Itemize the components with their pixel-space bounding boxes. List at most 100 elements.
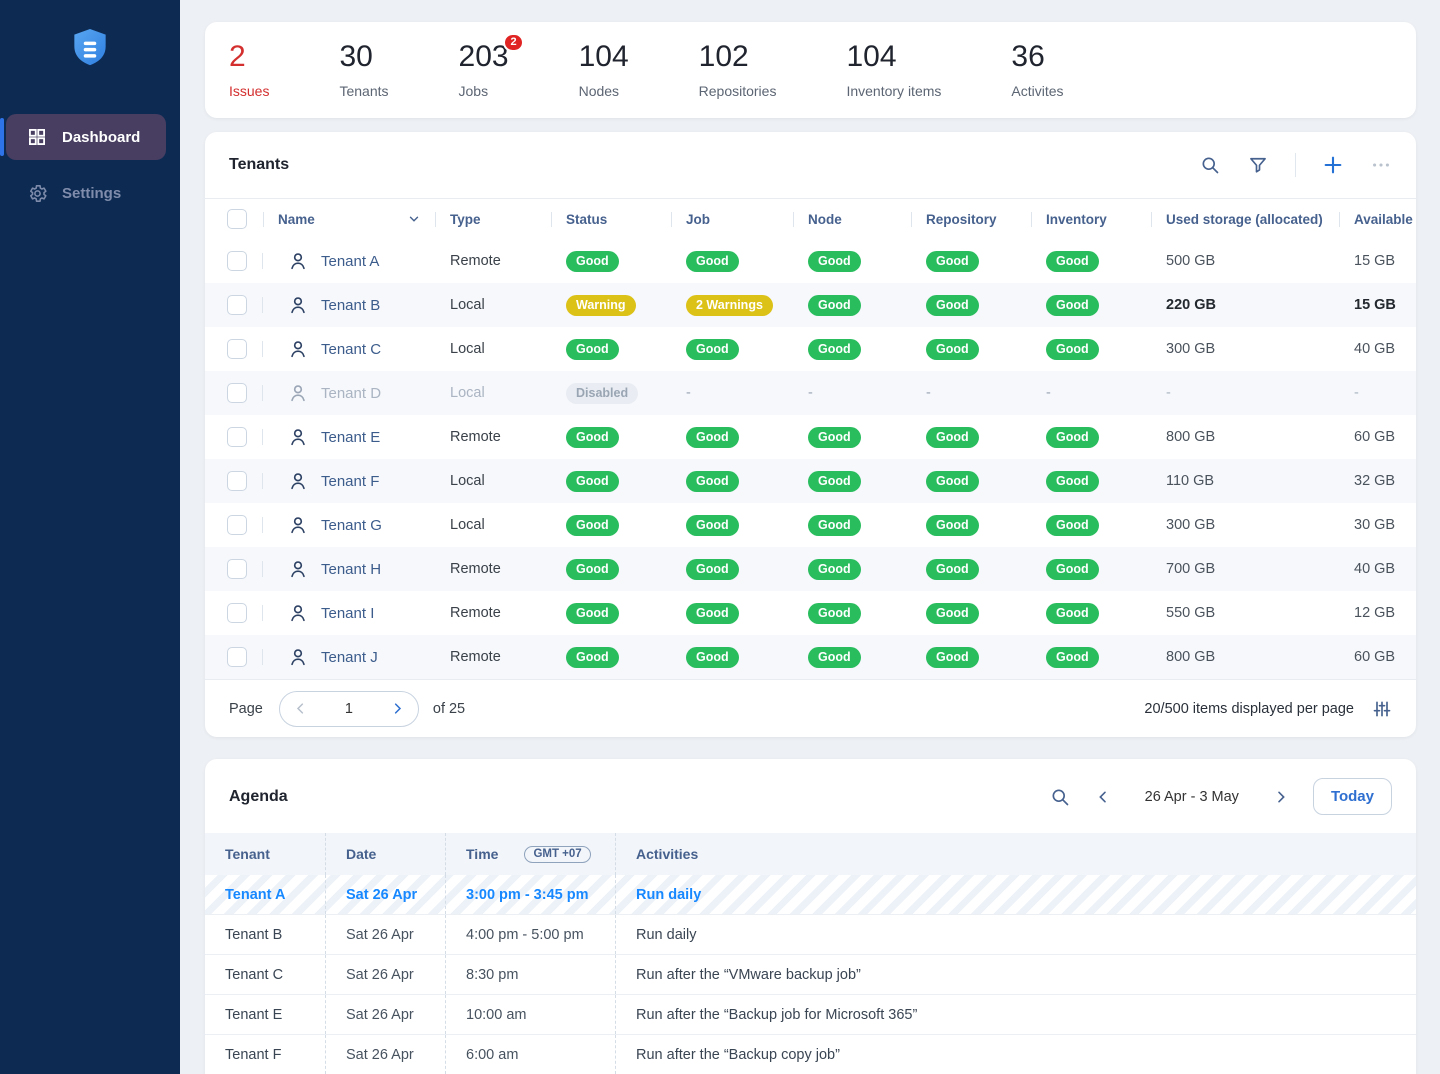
- agenda-tenant: Tenant C: [225, 967, 283, 983]
- stat-activites[interactable]: 36Activites: [1011, 42, 1063, 99]
- column-header-type[interactable]: Type: [435, 212, 551, 227]
- prev-page-icon[interactable]: [293, 701, 308, 716]
- stat-jobs[interactable]: 2032Jobs: [459, 42, 509, 99]
- table-row[interactable]: Tenant DLocalDisabled------: [205, 371, 1416, 415]
- agenda-row[interactable]: Tenant ESat 26 Apr10:00 amRun after the …: [205, 995, 1416, 1035]
- current-page[interactable]: 1: [345, 701, 353, 717]
- tenant-name[interactable]: Tenant H: [321, 561, 381, 578]
- used-storage: 300 GB: [1151, 517, 1339, 533]
- column-header-name[interactable]: Name: [263, 212, 435, 227]
- sidebar-item-settings[interactable]: Settings: [6, 170, 166, 216]
- status-cell: Good: [793, 427, 911, 448]
- status-badge: Disabled: [566, 383, 638, 404]
- chevron-down-icon[interactable]: [407, 212, 421, 226]
- agenda-search-icon[interactable]: [1049, 786, 1071, 808]
- table-row[interactable]: Tenant ARemoteGoodGoodGoodGoodGood500 GB…: [205, 239, 1416, 283]
- tenant-name[interactable]: Tenant A: [321, 253, 379, 270]
- filter-icon[interactable]: [1247, 154, 1269, 176]
- status-cell: Good: [1031, 515, 1151, 536]
- tenant-name[interactable]: Tenant E: [321, 429, 380, 446]
- agenda-row[interactable]: Tenant FSat 26 Apr6:00 amRun after the “…: [205, 1035, 1416, 1074]
- status-badge: Good: [926, 471, 979, 492]
- available-storage: 60 GB: [1339, 649, 1416, 665]
- tenant-name[interactable]: Tenant D: [321, 385, 381, 402]
- status-badge: Warning: [566, 295, 636, 316]
- next-page-icon[interactable]: [390, 701, 405, 716]
- status-cell: Good: [911, 603, 1031, 624]
- search-icon[interactable]: [1199, 154, 1221, 176]
- row-checkbox[interactable]: [227, 339, 247, 359]
- display-settings-icon[interactable]: [1372, 699, 1392, 719]
- agenda-activity: Run after the “Backup job for Microsoft …: [636, 1007, 917, 1023]
- used-storage: 300 GB: [1151, 341, 1339, 357]
- column-header-node[interactable]: Node: [793, 212, 911, 227]
- stat-tenants[interactable]: 30Tenants: [339, 42, 388, 99]
- column-header-available-storage[interactable]: Available st: [1339, 212, 1416, 227]
- column-header-job[interactable]: Job: [671, 212, 793, 227]
- tenant-name[interactable]: Tenant G: [321, 517, 382, 534]
- status-cell: Good: [671, 559, 793, 580]
- date-range: 26 Apr - 3 May: [1145, 789, 1239, 805]
- table-row[interactable]: Tenant FLocalGoodGoodGoodGoodGood110 GB3…: [205, 459, 1416, 503]
- column-header-status[interactable]: Status: [551, 212, 671, 227]
- table-row[interactable]: Tenant HRemoteGoodGoodGoodGoodGood700 GB…: [205, 547, 1416, 591]
- stat-issues[interactable]: 2Issues: [229, 42, 269, 99]
- add-tenant-icon[interactable]: [1322, 154, 1344, 176]
- status-badge: Good: [926, 251, 979, 272]
- stat-label: Tenants: [339, 83, 388, 99]
- sidebar-item-dashboard[interactable]: Dashboard: [6, 114, 166, 160]
- next-week-icon[interactable]: [1273, 789, 1289, 805]
- column-header-inventory[interactable]: Inventory: [1031, 212, 1151, 227]
- column-header-repository[interactable]: Repository: [911, 212, 1031, 227]
- column-header-used-storage[interactable]: Used storage (allocated): [1151, 212, 1339, 227]
- status-cell: Good: [793, 471, 911, 492]
- table-row[interactable]: Tenant ERemoteGoodGoodGoodGoodGood800 GB…: [205, 415, 1416, 459]
- status-cell: Good: [1031, 251, 1151, 272]
- table-row[interactable]: Tenant GLocalGoodGoodGoodGoodGood300 GB3…: [205, 503, 1416, 547]
- tenant-name[interactable]: Tenant B: [321, 297, 380, 314]
- select-all-checkbox[interactable]: [227, 209, 247, 229]
- row-checkbox[interactable]: [227, 647, 247, 667]
- row-checkbox[interactable]: [227, 427, 247, 447]
- status-badge: Good: [566, 471, 619, 492]
- prev-week-icon[interactable]: [1095, 789, 1111, 805]
- agenda-row[interactable]: Tenant BSat 26 Apr4:00 pm - 5:00 pmRun d…: [205, 915, 1416, 955]
- agenda-tenant: Tenant E: [225, 1007, 282, 1023]
- status-badge: Good: [1046, 427, 1099, 448]
- page-stepper: 1: [279, 691, 419, 727]
- agenda-row[interactable]: Tenant ASat 26 Apr3:00 pm - 3:45 pmRun d…: [205, 875, 1416, 915]
- agenda-date: Sat 26 Apr: [346, 967, 414, 983]
- more-options-icon[interactable]: [1370, 154, 1392, 176]
- stat-inventory-items[interactable]: 104Inventory items: [846, 42, 941, 99]
- stat-nodes[interactable]: 104Nodes: [579, 42, 629, 99]
- row-checkbox[interactable]: [227, 471, 247, 491]
- table-row[interactable]: Tenant JRemoteGoodGoodGoodGoodGood800 GB…: [205, 635, 1416, 679]
- status-cell: -: [671, 385, 793, 401]
- stat-repositories[interactable]: 102Repositories: [699, 42, 777, 99]
- today-button[interactable]: Today: [1313, 778, 1392, 815]
- row-checkbox[interactable]: [227, 603, 247, 623]
- agenda-row[interactable]: Tenant CSat 26 Apr8:30 pmRun after the “…: [205, 955, 1416, 995]
- table-row[interactable]: Tenant IRemoteGoodGoodGoodGoodGood550 GB…: [205, 591, 1416, 635]
- row-checkbox[interactable]: [227, 383, 247, 403]
- main-content: 2Issues 30Tenants 2032Jobs 104Nodes 102Repos…: [180, 0, 1440, 1074]
- used-storage: 800 GB: [1151, 649, 1339, 665]
- status-badge: Good: [808, 251, 861, 272]
- row-checkbox[interactable]: [227, 295, 247, 315]
- status-badge: Good: [926, 647, 979, 668]
- agenda-tenant: Tenant B: [225, 927, 282, 943]
- tenant-name[interactable]: Tenant F: [321, 473, 379, 490]
- row-checkbox[interactable]: [227, 251, 247, 271]
- tenant-name[interactable]: Tenant I: [321, 605, 374, 622]
- status-cell: Good: [551, 647, 671, 668]
- table-row[interactable]: Tenant BLocalWarning2 WarningsGoodGoodGo…: [205, 283, 1416, 327]
- tenant-name[interactable]: Tenant C: [321, 341, 381, 358]
- tenants-title: Tenants: [229, 156, 289, 174]
- tenant-type: Remote: [435, 429, 551, 445]
- table-row[interactable]: Tenant CLocalGoodGoodGoodGoodGood300 GB4…: [205, 327, 1416, 371]
- row-checkbox[interactable]: [227, 515, 247, 535]
- tenant-name[interactable]: Tenant J: [321, 649, 378, 666]
- tenant-type: Local: [435, 473, 551, 489]
- status-cell: -: [793, 385, 911, 401]
- row-checkbox[interactable]: [227, 559, 247, 579]
